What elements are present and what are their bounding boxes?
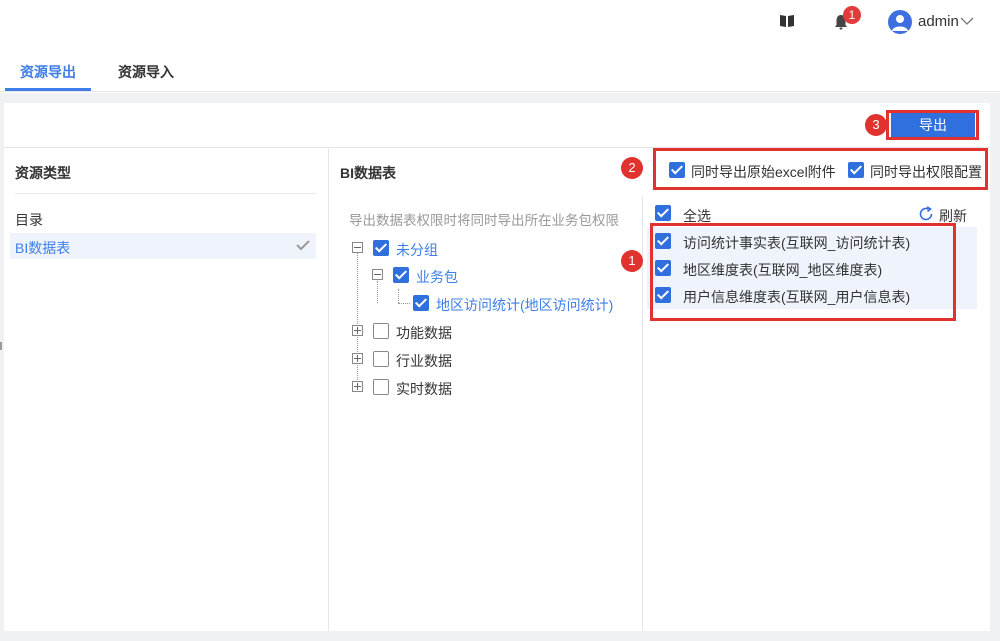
- resource-type-title: 资源类型: [15, 165, 71, 181]
- table-item-visit-stats[interactable]: 访问统计事实表(互联网_访问统计表): [683, 233, 910, 253]
- tree-item-business-package[interactable]: 业务包: [416, 267, 458, 287]
- notification-badge: 1: [843, 6, 861, 24]
- refresh-icon[interactable]: [918, 206, 934, 222]
- tree-guide: [357, 253, 358, 388]
- tree-item-region-visit-stats[interactable]: 地区访问统计(地区访问统计): [436, 295, 613, 315]
- checkbox-table-region-dim[interactable]: [655, 260, 671, 276]
- top-bar: 1 admin: [0, 0, 1000, 44]
- tree-item-function-data[interactable]: 功能数据: [396, 323, 452, 343]
- bi-tables-title: BI数据表: [340, 165, 396, 181]
- edge-mark: [0, 342, 2, 350]
- checkbox-export-excel[interactable]: [669, 162, 685, 178]
- chevron-down-icon[interactable]: [960, 16, 974, 26]
- checkbox-select-all[interactable]: [655, 205, 671, 221]
- checkbox-region-visit-stats[interactable]: [413, 295, 429, 311]
- user-icon: [892, 15, 908, 31]
- tree-guide: [377, 281, 378, 303]
- checkbox-export-permission[interactable]: [848, 162, 864, 178]
- tree-guide: [398, 303, 410, 304]
- checkbox-function-data[interactable]: [373, 323, 389, 339]
- expand-toggle-function-data[interactable]: [352, 325, 363, 336]
- permission-hint: 导出数据表权限时将同时导出所在业务包权限: [349, 213, 619, 228]
- resource-type-directory[interactable]: 目录: [15, 210, 43, 230]
- book-icon[interactable]: [779, 14, 795, 28]
- avatar[interactable]: [888, 10, 912, 34]
- checkbox-industry-data[interactable]: [373, 351, 389, 367]
- expand-toggle-industry-data[interactable]: [352, 353, 363, 364]
- tree-item-realtime-data[interactable]: 实时数据: [396, 379, 452, 399]
- column-divider: [328, 148, 329, 631]
- tab-bar: 资源导出 资源导入: [0, 44, 1000, 92]
- checkbox-table-user-info-dim[interactable]: [655, 287, 671, 303]
- username[interactable]: admin: [918, 13, 959, 30]
- table-item-region-dim[interactable]: 地区维度表(互联网_地区维度表): [683, 260, 882, 280]
- checkbox-realtime-data[interactable]: [373, 379, 389, 395]
- collapse-toggle-ungrouped[interactable]: [352, 242, 363, 253]
- collapse-toggle-business-package[interactable]: [372, 269, 383, 280]
- resource-type-bi-table[interactable]: BI数据表: [15, 238, 70, 258]
- active-tab-indicator: [5, 88, 91, 91]
- expand-toggle-realtime-data[interactable]: [352, 381, 363, 392]
- tree-item-industry-data[interactable]: 行业数据: [396, 351, 452, 371]
- export-button[interactable]: 导出: [891, 113, 975, 137]
- check-icon: [296, 240, 310, 251]
- annotation-2: 2: [621, 157, 643, 179]
- checkbox-ungrouped[interactable]: [373, 240, 389, 256]
- tree-guide: [398, 289, 399, 303]
- annotation-1: 1: [621, 250, 643, 272]
- tab-resource-import[interactable]: 资源导入: [118, 62, 174, 82]
- checkbox-table-visit-stats[interactable]: [655, 233, 671, 249]
- option-export-excel-label[interactable]: 同时导出原始excel附件: [691, 162, 836, 182]
- section-divider: [15, 193, 316, 194]
- tree-item-ungrouped[interactable]: 未分组: [396, 240, 438, 260]
- checkbox-business-package[interactable]: [393, 267, 409, 283]
- option-export-permission-label[interactable]: 同时导出权限配置: [870, 162, 982, 182]
- tab-resource-export[interactable]: 资源导出: [20, 62, 76, 82]
- table-item-user-info-dim[interactable]: 用户信息维度表(互联网_用户信息表): [683, 287, 910, 307]
- annotation-3: 3: [865, 114, 887, 136]
